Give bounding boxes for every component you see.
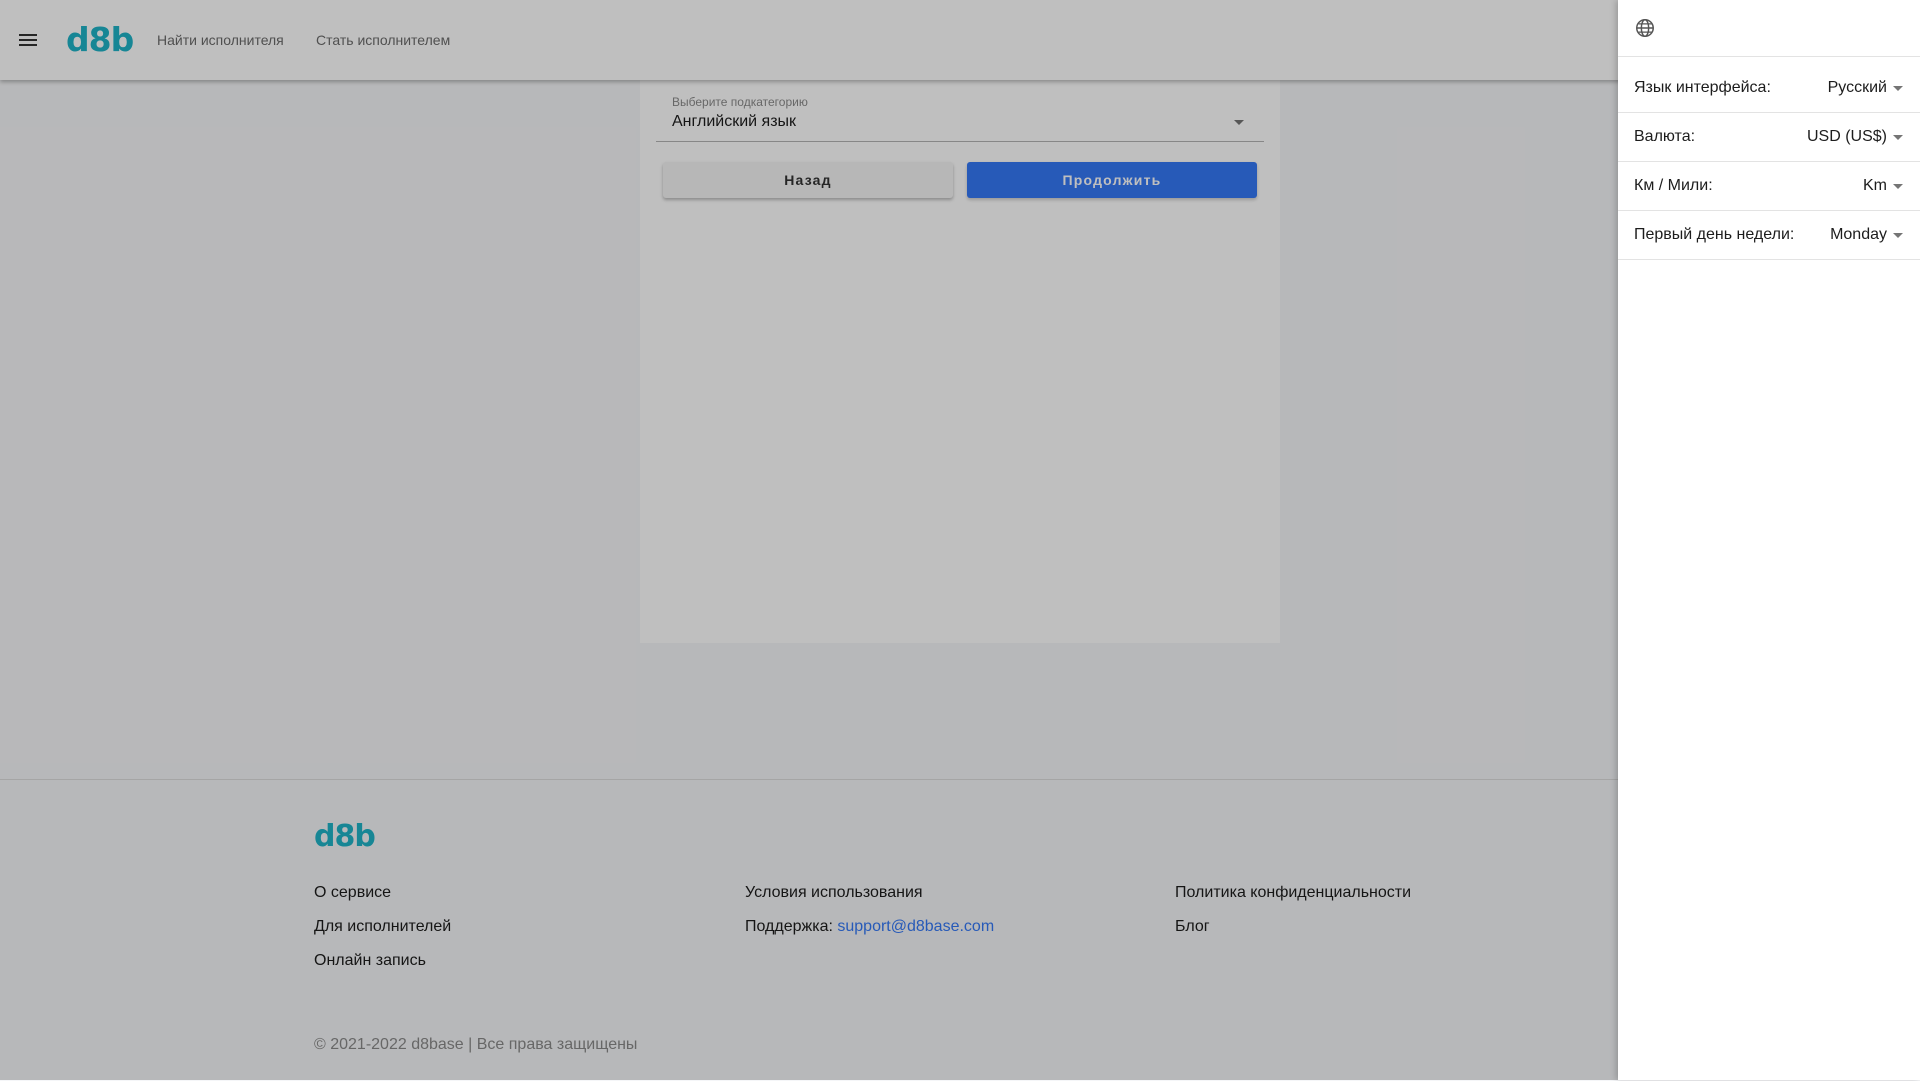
language-select[interactable]: Русский	[1828, 79, 1887, 97]
distance-units-select[interactable]: Km	[1863, 177, 1887, 195]
setting-label: Язык интерфейса:	[1634, 79, 1771, 96]
setting-label: Первый день недели:	[1634, 226, 1795, 243]
caret-down-icon[interactable]	[1893, 184, 1903, 189]
drawer-header	[1618, 0, 1920, 57]
caret-down-icon[interactable]	[1893, 233, 1903, 238]
setting-label: Валюта:	[1634, 128, 1696, 145]
setting-label: Км / Мили:	[1634, 177, 1713, 194]
modal-backdrop[interactable]	[0, 0, 1620, 1080]
setting-row-language: Язык интерфейса: Русский	[1618, 64, 1920, 113]
currency-select[interactable]: USD (US$)	[1807, 128, 1887, 146]
first-weekday-select[interactable]: Monday	[1830, 226, 1887, 244]
caret-down-icon[interactable]	[1893, 86, 1903, 91]
settings-drawer: Язык интерфейса: Русский Валюта: USD (US…	[1618, 0, 1920, 1080]
caret-down-icon[interactable]	[1893, 135, 1903, 140]
setting-row-distance-units: Км / Мили: Km	[1618, 162, 1920, 211]
globe-icon[interactable]	[1634, 17, 1656, 39]
setting-row-first-weekday: Первый день недели: Monday	[1618, 211, 1920, 260]
setting-row-currency: Валюта: USD (US$)	[1618, 113, 1920, 162]
